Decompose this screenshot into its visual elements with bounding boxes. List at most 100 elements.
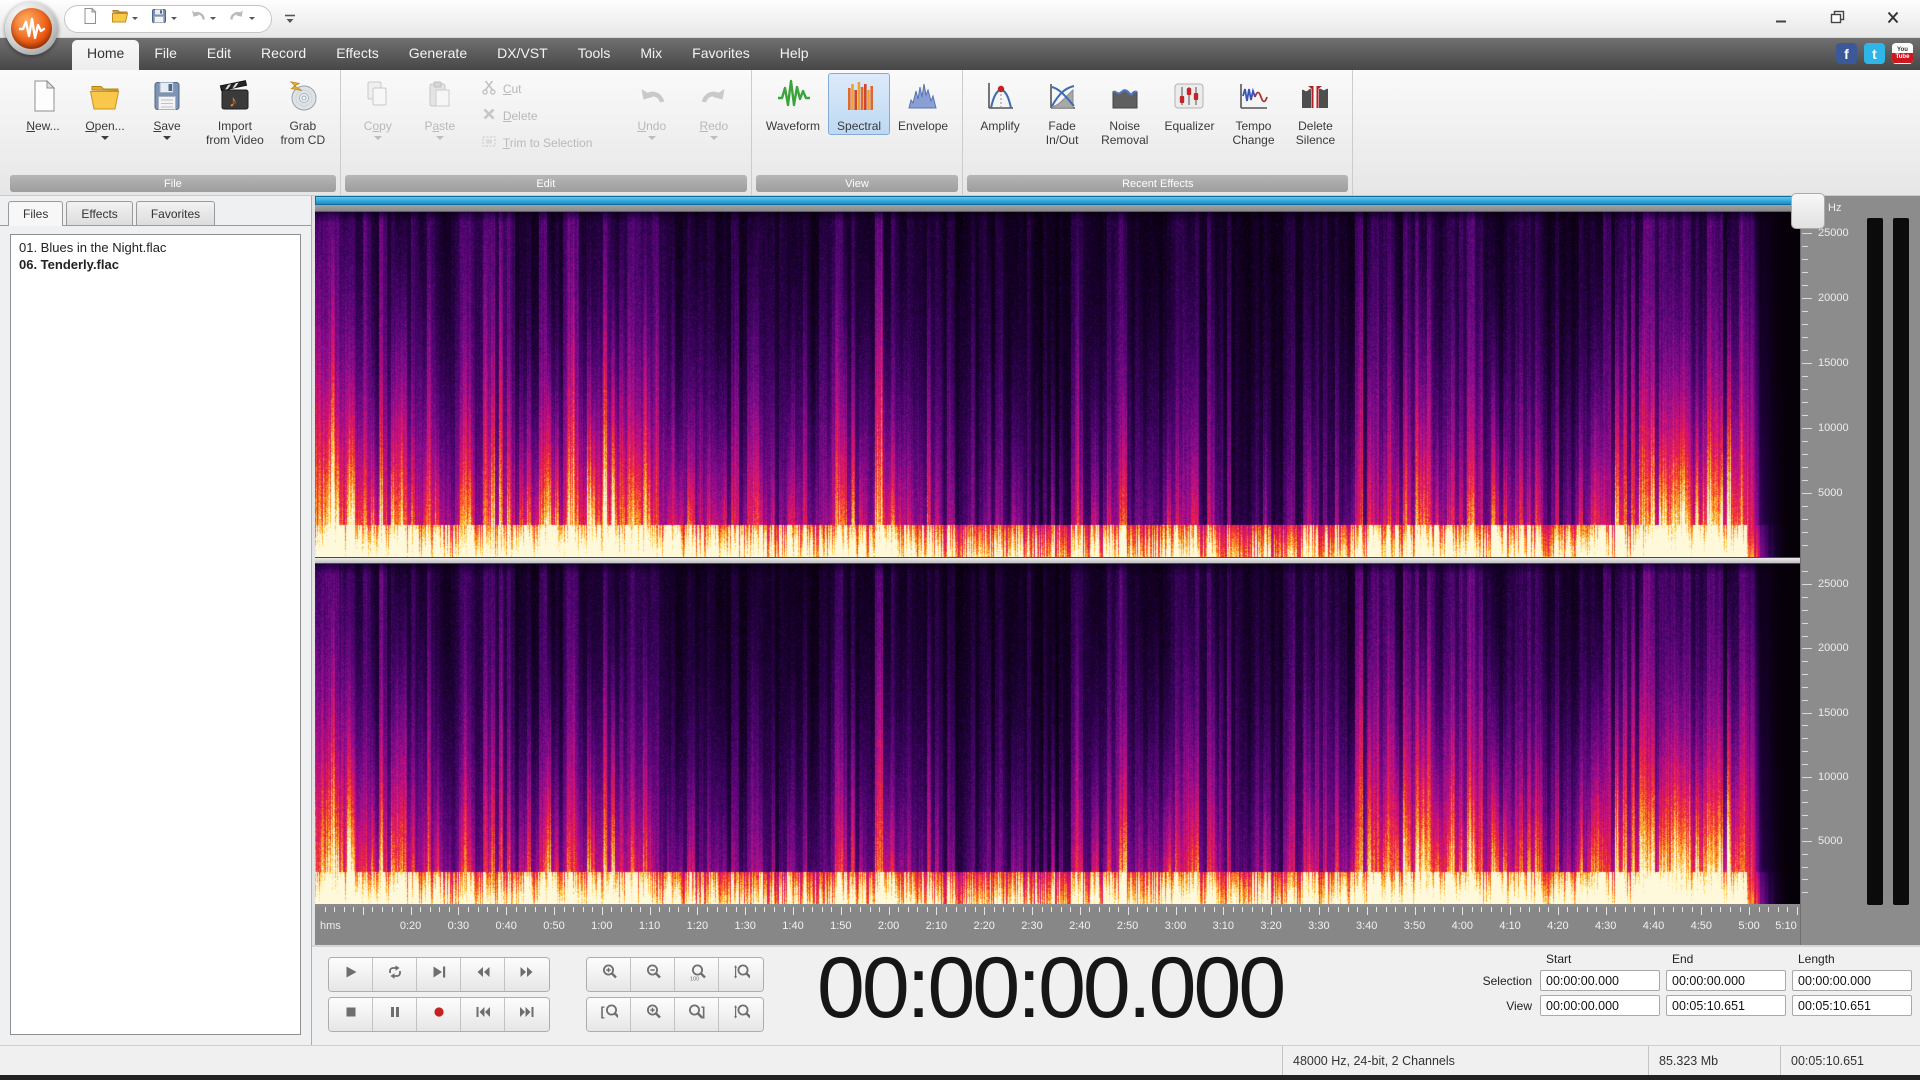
view-end-input[interactable] <box>1666 995 1786 1016</box>
tab-home[interactable]: Home <box>72 40 140 70</box>
ribbon-button-envelope[interactable]: Envelope <box>890 73 956 135</box>
transport-play-button[interactable] <box>329 958 373 991</box>
scrollbar-corner-button[interactable] <box>1791 193 1825 229</box>
tab-tools[interactable]: Tools <box>563 38 626 70</box>
dropdown-caret-icon[interactable] <box>373 136 382 144</box>
ruler-tick <box>1280 907 1282 912</box>
ribbon-button-delete[interactable]: Delete <box>481 106 611 125</box>
tab-dx-vst[interactable]: DX/VST <box>482 38 563 70</box>
zoom-100-button[interactable]: 100 <box>675 958 719 991</box>
ribbon-button-trim-to-selection[interactable]: Trim to Selection <box>481 133 611 152</box>
ribbon-button-grab-from-cd[interactable]: Grab from CD <box>272 73 334 149</box>
dropdown-caret-icon[interactable] <box>171 17 177 23</box>
zoom-vertical-button[interactable] <box>719 958 763 991</box>
dropdown-caret-icon[interactable] <box>435 136 444 144</box>
dropdown-caret-icon[interactable] <box>249 17 255 23</box>
file-list[interactable]: 01. Blues in the Night.flac 06. Tenderly.… <box>10 234 301 1035</box>
dropdown-caret-icon[interactable] <box>163 136 171 144</box>
tab-generate[interactable]: Generate <box>394 38 482 70</box>
dropdown-caret-icon[interactable] <box>132 17 138 23</box>
dropdown-caret-icon[interactable] <box>210 17 216 23</box>
spectrogram-channel-1[interactable] <box>315 212 1800 557</box>
tab-favorites[interactable]: Favorites <box>677 38 765 70</box>
ribbon-button-noise-removal[interactable]: Noise Removal <box>1093 73 1156 149</box>
view-start-input[interactable] <box>1540 995 1660 1016</box>
transport-pause-button[interactable] <box>373 998 417 1031</box>
zoom-vertical-fit-button[interactable] <box>719 998 763 1031</box>
selection-start-input[interactable] <box>1540 970 1660 991</box>
sidebar-tab-files[interactable]: Files <box>8 201 64 226</box>
ribbon-button-amplify[interactable]: Amplify <box>969 73 1031 135</box>
transport-play-to-end-button[interactable] <box>417 958 461 991</box>
qat-open-button[interactable] <box>107 6 142 31</box>
dropdown-caret-icon[interactable] <box>709 136 718 144</box>
ribbon-button-save[interactable]: Save <box>136 73 198 146</box>
ribbon-button-undo[interactable]: Undo <box>621 73 683 146</box>
file-item[interactable]: 06. Tenderly.flac <box>17 256 294 273</box>
new-icon <box>81 7 99 30</box>
transport-go-to-start-button[interactable] <box>461 998 505 1031</box>
ribbon-button-spectral[interactable]: Spectral <box>828 73 891 136</box>
channel-separator[interactable] <box>315 557 1800 564</box>
ribbon-button-redo[interactable]: Redo <box>683 73 745 146</box>
sidebar-tab-favorites[interactable]: Favorites <box>135 201 216 226</box>
qat-redo-button[interactable] <box>224 6 259 31</box>
ribbon-button-open[interactable]: Open... <box>74 73 136 146</box>
qat-new-button[interactable] <box>77 6 103 31</box>
ruler-tick <box>324 907 326 912</box>
rewind-icon <box>474 963 492 986</box>
app-logo-button[interactable] <box>5 2 58 55</box>
ribbon-button-tempo-change[interactable]: Tempo Change <box>1222 73 1284 149</box>
ruler-tick <box>1146 907 1148 912</box>
transport-fast-forward-button[interactable] <box>505 958 549 991</box>
zoom-selection-button[interactable] <box>631 998 675 1031</box>
selection-length-input[interactable] <box>1792 970 1912 991</box>
ribbon-button-new[interactable]: New... <box>12 73 74 135</box>
frequency-tick <box>1802 609 1808 611</box>
window-maximize-button[interactable] <box>1824 7 1850 27</box>
transport-rewind-button[interactable] <box>461 958 505 991</box>
qat-save-button[interactable] <box>146 6 181 31</box>
tab-record[interactable]: Record <box>246 38 321 70</box>
window-close-button[interactable] <box>1880 7 1906 27</box>
position-scrollbar[interactable] <box>315 196 1800 205</box>
fields-row-label-view: View <box>1506 998 1532 1013</box>
qat-customize-button[interactable] <box>282 12 298 26</box>
social-twitter-icon[interactable]: t <box>1864 43 1885 64</box>
view-length-input[interactable] <box>1792 995 1912 1016</box>
window-minimize-button[interactable] <box>1768 7 1794 27</box>
social-youtube-icon[interactable]: You Tube <box>1892 43 1913 64</box>
zoom-selection-start-button[interactable]: [ <box>587 998 631 1031</box>
zoom-selection-end-button[interactable]: ] <box>675 998 719 1031</box>
frequency-tick <box>1802 232 1812 234</box>
zoom-in-button[interactable] <box>587 958 631 991</box>
tab-edit[interactable]: Edit <box>192 38 246 70</box>
tab-file[interactable]: File <box>139 38 192 70</box>
ribbon-button-paste[interactable]: Paste <box>409 73 471 146</box>
file-item[interactable]: 01. Blues in the Night.flac <box>17 239 294 256</box>
qat-undo-button[interactable] <box>185 6 220 31</box>
ruler-tick <box>1758 907 1760 912</box>
dropdown-caret-icon[interactable] <box>101 136 109 144</box>
ribbon-button-waveform[interactable]: Waveform <box>758 73 828 135</box>
zoom-out-button[interactable] <box>631 958 675 991</box>
ribbon-button-fade-in-out[interactable]: Fade In/Out <box>1031 73 1093 149</box>
transport-go-to-end-button[interactable] <box>505 998 549 1031</box>
tab-mix[interactable]: Mix <box>625 38 677 70</box>
ribbon-button-cut[interactable]: Cut <box>481 79 611 98</box>
dropdown-caret-icon[interactable] <box>647 136 656 144</box>
spectrogram-channel-2[interactable] <box>315 564 1800 904</box>
tab-effects[interactable]: Effects <box>321 38 394 70</box>
frequency-tick <box>1802 545 1808 546</box>
tab-help[interactable]: Help <box>765 38 824 70</box>
ribbon-button-delete-silence[interactable]: Delete Silence <box>1284 73 1346 149</box>
transport-loop-button[interactable] <box>373 958 417 991</box>
transport-record-button[interactable] <box>417 998 461 1031</box>
social-facebook-icon[interactable]: f <box>1836 43 1857 64</box>
transport-stop-button[interactable] <box>329 998 373 1031</box>
sidebar-tab-effects[interactable]: Effects <box>66 201 133 226</box>
ribbon-button-equalizer[interactable]: Equalizer <box>1156 73 1222 135</box>
ribbon-button-import-from-video[interactable]: ♪ Import from Video <box>198 73 272 149</box>
selection-end-input[interactable] <box>1666 970 1786 991</box>
ribbon-button-copy[interactable]: Copy <box>347 73 409 146</box>
